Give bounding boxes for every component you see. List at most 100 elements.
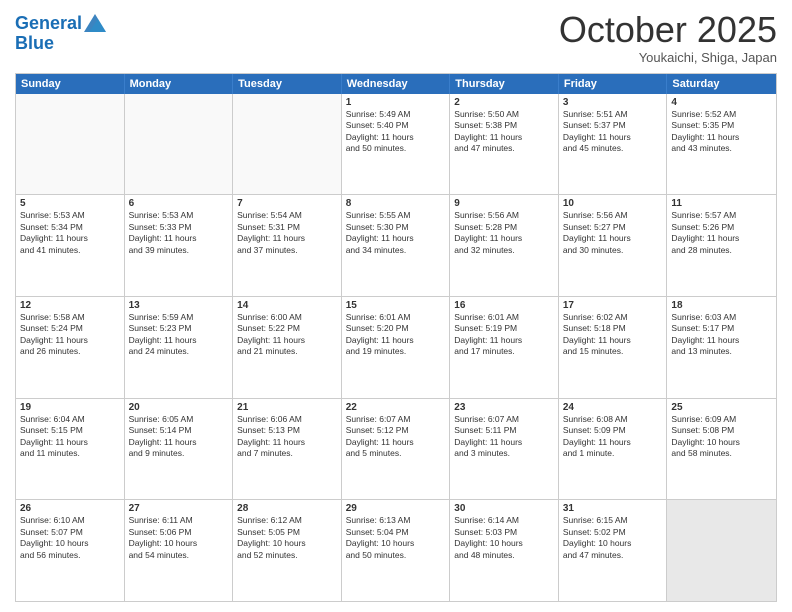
day-info: Sunrise: 6:12 AMSunset: 5:05 PMDaylight:…	[237, 515, 337, 561]
day-info: Sunrise: 6:07 AMSunset: 5:12 PMDaylight:…	[346, 414, 446, 460]
day-cell-25: 25Sunrise: 6:09 AMSunset: 5:08 PMDayligh…	[667, 399, 776, 500]
day-cell-17: 17Sunrise: 6:02 AMSunset: 5:18 PMDayligh…	[559, 297, 668, 398]
day-cell-8: 8Sunrise: 5:55 AMSunset: 5:30 PMDaylight…	[342, 195, 451, 296]
day-number: 1	[346, 97, 446, 108]
title-section: October 2025 Youkaichi, Shiga, Japan	[559, 10, 777, 65]
day-cell-empty	[16, 94, 125, 195]
day-headers-row: SundayMondayTuesdayWednesdayThursdayFrid…	[16, 74, 776, 94]
day-info: Sunrise: 6:05 AMSunset: 5:14 PMDaylight:…	[129, 414, 229, 460]
day-number: 2	[454, 97, 554, 108]
day-info: Sunrise: 6:09 AMSunset: 5:08 PMDaylight:…	[671, 414, 772, 460]
day-info: Sunrise: 5:53 AMSunset: 5:33 PMDaylight:…	[129, 210, 229, 256]
week-row-4: 19Sunrise: 6:04 AMSunset: 5:15 PMDayligh…	[16, 399, 776, 501]
day-info: Sunrise: 5:49 AMSunset: 5:40 PMDaylight:…	[346, 109, 446, 155]
day-cell-7: 7Sunrise: 5:54 AMSunset: 5:31 PMDaylight…	[233, 195, 342, 296]
day-cell-22: 22Sunrise: 6:07 AMSunset: 5:12 PMDayligh…	[342, 399, 451, 500]
day-number: 7	[237, 198, 337, 209]
day-info: Sunrise: 5:52 AMSunset: 5:35 PMDaylight:…	[671, 109, 772, 155]
day-cell-14: 14Sunrise: 6:00 AMSunset: 5:22 PMDayligh…	[233, 297, 342, 398]
day-info: Sunrise: 5:50 AMSunset: 5:38 PMDaylight:…	[454, 109, 554, 155]
calendar-body: 1Sunrise: 5:49 AMSunset: 5:40 PMDaylight…	[16, 94, 776, 601]
day-number: 8	[346, 198, 446, 209]
day-number: 27	[129, 503, 229, 514]
day-header-wednesday: Wednesday	[342, 74, 451, 94]
day-cell-21: 21Sunrise: 6:06 AMSunset: 5:13 PMDayligh…	[233, 399, 342, 500]
day-cell-12: 12Sunrise: 5:58 AMSunset: 5:24 PMDayligh…	[16, 297, 125, 398]
day-number: 12	[20, 300, 120, 311]
day-cell-1: 1Sunrise: 5:49 AMSunset: 5:40 PMDaylight…	[342, 94, 451, 195]
day-cell-18: 18Sunrise: 6:03 AMSunset: 5:17 PMDayligh…	[667, 297, 776, 398]
week-row-2: 5Sunrise: 5:53 AMSunset: 5:34 PMDaylight…	[16, 195, 776, 297]
day-cell-6: 6Sunrise: 5:53 AMSunset: 5:33 PMDaylight…	[125, 195, 234, 296]
day-number: 9	[454, 198, 554, 209]
day-info: Sunrise: 6:07 AMSunset: 5:11 PMDaylight:…	[454, 414, 554, 460]
day-number: 23	[454, 402, 554, 413]
day-info: Sunrise: 5:51 AMSunset: 5:37 PMDaylight:…	[563, 109, 663, 155]
day-number: 13	[129, 300, 229, 311]
week-row-3: 12Sunrise: 5:58 AMSunset: 5:24 PMDayligh…	[16, 297, 776, 399]
day-number: 4	[671, 97, 772, 108]
day-info: Sunrise: 6:06 AMSunset: 5:13 PMDaylight:…	[237, 414, 337, 460]
week-row-5: 26Sunrise: 6:10 AMSunset: 5:07 PMDayligh…	[16, 500, 776, 601]
day-info: Sunrise: 6:14 AMSunset: 5:03 PMDaylight:…	[454, 515, 554, 561]
day-cell-4: 4Sunrise: 5:52 AMSunset: 5:35 PMDaylight…	[667, 94, 776, 195]
day-info: Sunrise: 5:59 AMSunset: 5:23 PMDaylight:…	[129, 312, 229, 358]
location-subtitle: Youkaichi, Shiga, Japan	[559, 50, 777, 65]
day-cell-30: 30Sunrise: 6:14 AMSunset: 5:03 PMDayligh…	[450, 500, 559, 601]
day-info: Sunrise: 6:11 AMSunset: 5:06 PMDaylight:…	[129, 515, 229, 561]
day-header-monday: Monday	[125, 74, 234, 94]
logo-text: General	[15, 14, 82, 34]
day-cell-31: 31Sunrise: 6:15 AMSunset: 5:02 PMDayligh…	[559, 500, 668, 601]
day-number: 18	[671, 300, 772, 311]
day-number: 29	[346, 503, 446, 514]
day-number: 25	[671, 402, 772, 413]
day-number: 26	[20, 503, 120, 514]
day-cell-27: 27Sunrise: 6:11 AMSunset: 5:06 PMDayligh…	[125, 500, 234, 601]
day-header-tuesday: Tuesday	[233, 74, 342, 94]
day-number: 31	[563, 503, 663, 514]
day-info: Sunrise: 6:08 AMSunset: 5:09 PMDaylight:…	[563, 414, 663, 460]
day-cell-13: 13Sunrise: 5:59 AMSunset: 5:23 PMDayligh…	[125, 297, 234, 398]
calendar: SundayMondayTuesdayWednesdayThursdayFrid…	[15, 73, 777, 602]
day-cell-empty	[125, 94, 234, 195]
day-number: 16	[454, 300, 554, 311]
month-title: October 2025	[559, 10, 777, 50]
day-number: 22	[346, 402, 446, 413]
day-cell-11: 11Sunrise: 5:57 AMSunset: 5:26 PMDayligh…	[667, 195, 776, 296]
day-info: Sunrise: 6:02 AMSunset: 5:18 PMDaylight:…	[563, 312, 663, 358]
day-number: 6	[129, 198, 229, 209]
day-cell-24: 24Sunrise: 6:08 AMSunset: 5:09 PMDayligh…	[559, 399, 668, 500]
day-cell-23: 23Sunrise: 6:07 AMSunset: 5:11 PMDayligh…	[450, 399, 559, 500]
day-cell-empty	[233, 94, 342, 195]
day-number: 14	[237, 300, 337, 311]
day-header-friday: Friday	[559, 74, 668, 94]
day-info: Sunrise: 6:13 AMSunset: 5:04 PMDaylight:…	[346, 515, 446, 561]
day-cell-3: 3Sunrise: 5:51 AMSunset: 5:37 PMDaylight…	[559, 94, 668, 195]
logo: General Blue	[15, 14, 106, 52]
day-number: 3	[563, 97, 663, 108]
day-number: 19	[20, 402, 120, 413]
day-cell-2: 2Sunrise: 5:50 AMSunset: 5:38 PMDaylight…	[450, 94, 559, 195]
day-cell-9: 9Sunrise: 5:56 AMSunset: 5:28 PMDaylight…	[450, 195, 559, 296]
day-info: Sunrise: 5:56 AMSunset: 5:28 PMDaylight:…	[454, 210, 554, 256]
day-cell-10: 10Sunrise: 5:56 AMSunset: 5:27 PMDayligh…	[559, 195, 668, 296]
day-number: 15	[346, 300, 446, 311]
day-info: Sunrise: 6:01 AMSunset: 5:20 PMDaylight:…	[346, 312, 446, 358]
day-cell-28: 28Sunrise: 6:12 AMSunset: 5:05 PMDayligh…	[233, 500, 342, 601]
day-info: Sunrise: 6:15 AMSunset: 5:02 PMDaylight:…	[563, 515, 663, 561]
day-number: 11	[671, 198, 772, 209]
day-header-thursday: Thursday	[450, 74, 559, 94]
day-info: Sunrise: 6:00 AMSunset: 5:22 PMDaylight:…	[237, 312, 337, 358]
calendar-container: General Blue October 2025 Youkaichi, Shi…	[0, 0, 792, 612]
day-cell-29: 29Sunrise: 6:13 AMSunset: 5:04 PMDayligh…	[342, 500, 451, 601]
day-number: 21	[237, 402, 337, 413]
day-info: Sunrise: 5:56 AMSunset: 5:27 PMDaylight:…	[563, 210, 663, 256]
day-info: Sunrise: 6:04 AMSunset: 5:15 PMDaylight:…	[20, 414, 120, 460]
day-header-saturday: Saturday	[667, 74, 776, 94]
day-number: 17	[563, 300, 663, 311]
day-cell-20: 20Sunrise: 6:05 AMSunset: 5:14 PMDayligh…	[125, 399, 234, 500]
day-cell-5: 5Sunrise: 5:53 AMSunset: 5:34 PMDaylight…	[16, 195, 125, 296]
logo-icon	[84, 14, 106, 32]
day-info: Sunrise: 5:53 AMSunset: 5:34 PMDaylight:…	[20, 210, 120, 256]
day-cell-15: 15Sunrise: 6:01 AMSunset: 5:20 PMDayligh…	[342, 297, 451, 398]
